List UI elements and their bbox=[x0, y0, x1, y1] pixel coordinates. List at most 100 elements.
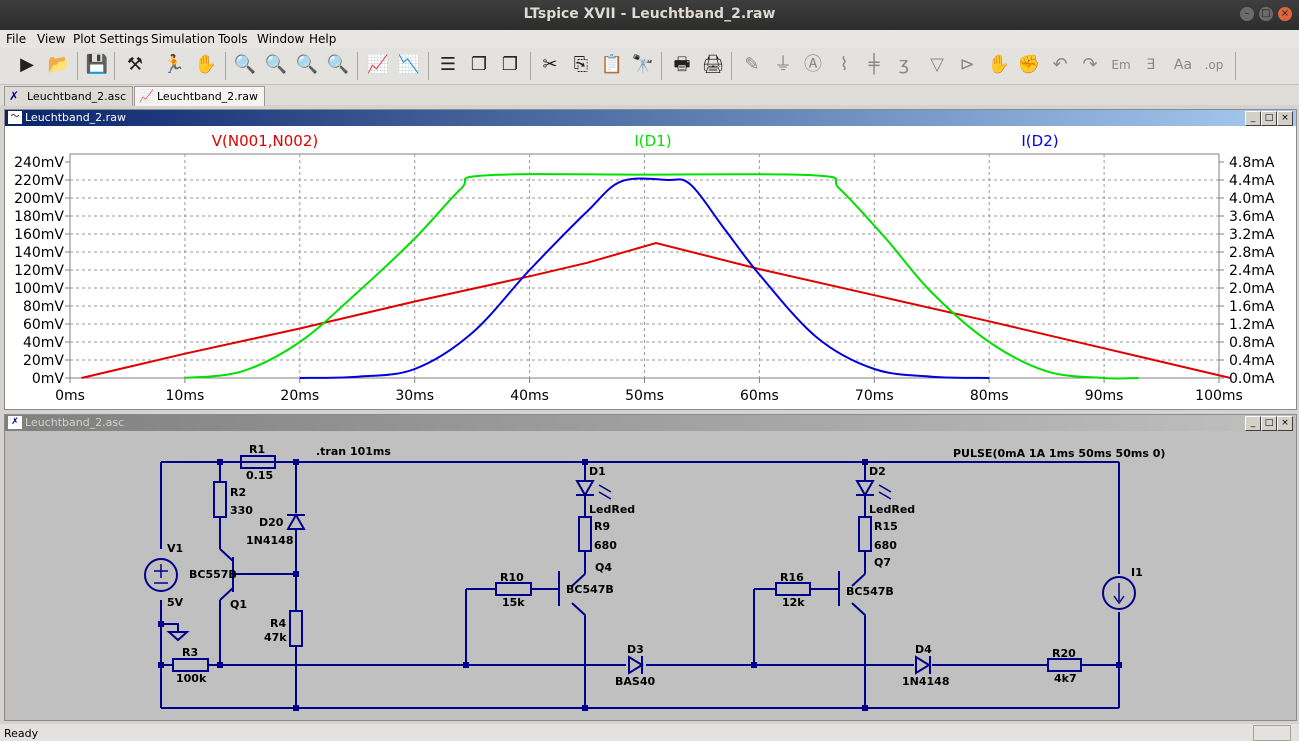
waveform-plot[interactable]: 0ms 10ms 20ms 30ms 40ms 50ms 60ms 70ms 80ms 90ms 1… bbox=[5, 126, 1296, 408]
tab-schematic[interactable]: ✗ Leuchtband_2.asc bbox=[4, 86, 134, 106]
schematic-restore-button[interactable]: □ bbox=[1261, 416, 1277, 431]
d2-label: D2 bbox=[869, 465, 886, 478]
open-icon[interactable]: 📂 bbox=[46, 52, 72, 78]
control-panel-icon[interactable]: ⚒ bbox=[122, 52, 148, 78]
d1-led[interactable] bbox=[575, 480, 595, 498]
y-left-tick-label: 180mV bbox=[14, 209, 64, 225]
label-net-icon[interactable]: Ⓐ bbox=[800, 52, 826, 78]
r9-resistor[interactable] bbox=[578, 516, 592, 552]
wire-icon[interactable]: ✎ bbox=[739, 52, 765, 78]
schematic-window: ✗ Leuchtband_2.asc _ □ × .tran 101ms PUL… bbox=[4, 414, 1297, 721]
legend-i-d2-: I(D2) bbox=[1021, 132, 1058, 150]
y-right-tick-label: 4.4mA bbox=[1229, 173, 1275, 189]
y-right-tick-label: 2.0mA bbox=[1229, 281, 1275, 297]
plot-settings-icon[interactable]: 📉 bbox=[396, 52, 422, 78]
save-icon[interactable]: 💾 bbox=[84, 52, 110, 78]
source-marks bbox=[154, 484, 1125, 605]
r16-resistor[interactable] bbox=[775, 582, 811, 596]
paste-icon[interactable]: 📋 bbox=[599, 52, 625, 78]
zoom-in-icon[interactable]: 🔍 bbox=[232, 52, 258, 78]
x-tick-label: 10ms bbox=[166, 388, 205, 404]
resistor-icon[interactable]: ⌇ bbox=[831, 52, 857, 78]
undo-icon[interactable]: ↶ bbox=[1047, 52, 1073, 78]
zoom-out-icon[interactable]: 🔍 bbox=[294, 52, 320, 78]
d4-label: D4 bbox=[915, 643, 932, 656]
find-icon[interactable]: 🔭 bbox=[630, 52, 656, 78]
d20-value: 1N4148 bbox=[246, 534, 293, 547]
print-preview-icon[interactable]: 🖶 bbox=[669, 52, 695, 78]
minimize-button[interactable]: – bbox=[1240, 7, 1254, 21]
copy-icon[interactable]: ⎘ bbox=[568, 52, 594, 78]
cut-icon[interactable]: ✂ bbox=[537, 52, 563, 78]
d20-diode[interactable] bbox=[286, 512, 306, 530]
r15-resistor[interactable] bbox=[858, 516, 872, 552]
menu-view[interactable]: View bbox=[37, 32, 65, 46]
d4-diode[interactable] bbox=[915, 655, 931, 675]
close-button[interactable]: × bbox=[1278, 7, 1292, 21]
zoom-full-icon[interactable]: 🔍 bbox=[325, 52, 351, 78]
schematic-canvas[interactable]: .tran 101ms PULSE(0mA 1A 1ms 50ms 50ms 0… bbox=[5, 431, 1294, 719]
ground-icon[interactable]: ⏚ bbox=[770, 52, 796, 78]
q4-label: Q4 bbox=[595, 561, 612, 574]
d3-value: BAS40 bbox=[615, 675, 655, 688]
schematic-window-title: Leuchtband_2.asc bbox=[25, 416, 125, 429]
r10-resistor[interactable] bbox=[495, 582, 532, 596]
tran-directive[interactable]: .tran 101ms bbox=[316, 445, 391, 458]
run-icon[interactable]: 🏃 bbox=[161, 52, 187, 78]
r4-resistor[interactable] bbox=[289, 610, 303, 647]
tile-vertical-icon[interactable]: ❐ bbox=[497, 52, 523, 78]
menu-plot-settings[interactable]: Plot Settings bbox=[73, 32, 149, 46]
r3-resistor[interactable] bbox=[172, 658, 209, 672]
spice-directive-icon[interactable]: .op bbox=[1201, 52, 1227, 78]
inductor-icon[interactable]: ʒ bbox=[891, 52, 917, 78]
d20-label: D20 bbox=[259, 516, 284, 529]
menu-help[interactable]: Help bbox=[309, 32, 336, 46]
menu-tools[interactable]: Tools bbox=[218, 32, 248, 46]
rotate-icon[interactable]: Em bbox=[1108, 52, 1134, 78]
schematic-minimize-button[interactable]: _ bbox=[1245, 416, 1261, 431]
print-icon[interactable]: 🖨 bbox=[700, 52, 726, 78]
ground-symbol bbox=[166, 631, 190, 642]
waveform-restore-button[interactable]: □ bbox=[1261, 111, 1277, 126]
menu-file[interactable]: File bbox=[6, 32, 26, 46]
r10-label: R10 bbox=[500, 571, 524, 584]
tile-horizontal-icon[interactable]: ☰ bbox=[435, 52, 461, 78]
y-left-tick-label: 220mV bbox=[14, 173, 64, 189]
cascade-icon[interactable]: ❐ bbox=[466, 52, 492, 78]
d3-diode[interactable] bbox=[628, 655, 644, 675]
y-right-tick-label: 0.8mA bbox=[1229, 335, 1275, 351]
y-left-tick-label: 20mV bbox=[23, 353, 64, 369]
component-icon[interactable]: ⊳ bbox=[954, 52, 980, 78]
d2-led[interactable] bbox=[855, 480, 875, 498]
trace-v-n001-n002- bbox=[81, 241, 1231, 379]
schematic-window-titlebar: ✗ Leuchtband_2.asc _ □ × bbox=[5, 415, 1296, 431]
schematic-close-button[interactable]: × bbox=[1277, 416, 1293, 431]
waveform-minimize-button[interactable]: _ bbox=[1245, 111, 1261, 126]
redo-icon[interactable]: ↷ bbox=[1077, 52, 1103, 78]
capacitor-icon[interactable]: ╪ bbox=[861, 52, 887, 78]
drag-icon[interactable]: ✊ bbox=[1016, 52, 1042, 78]
y-right-tick-label: 4.0mA bbox=[1229, 191, 1275, 207]
mirror-icon[interactable]: Ǝ bbox=[1138, 52, 1164, 78]
waveform-close-button[interactable]: × bbox=[1277, 111, 1293, 126]
diode-icon[interactable]: ▽ bbox=[924, 52, 950, 78]
r2-resistor[interactable] bbox=[213, 481, 227, 518]
x-tick-label: 20ms bbox=[280, 388, 319, 404]
maximize-button[interactable]: □ bbox=[1259, 7, 1273, 21]
y-left-tick-label: 0mV bbox=[32, 371, 65, 387]
v1-value: 5V bbox=[167, 596, 184, 609]
pan-icon[interactable]: 🔍 bbox=[263, 52, 289, 78]
pulse-directive[interactable]: PULSE(0mA 1A 1ms 50ms 50ms 0) bbox=[953, 447, 1165, 460]
tab-waveform[interactable]: 📈 Leuchtband_2.raw bbox=[134, 86, 265, 106]
text-icon[interactable]: Aa bbox=[1170, 52, 1196, 78]
r20-resistor[interactable] bbox=[1047, 658, 1082, 672]
x-tick-label: 100ms bbox=[1195, 388, 1243, 404]
menu-simulation[interactable]: Simulation bbox=[151, 32, 215, 46]
y-left-tick-label: 120mV bbox=[14, 263, 64, 279]
new-schematic-icon[interactable]: ▶ bbox=[14, 52, 40, 78]
autorange-icon[interactable]: 📈 bbox=[365, 52, 391, 78]
move-icon[interactable]: ✋ bbox=[986, 52, 1012, 78]
halt-icon[interactable]: ✋ bbox=[193, 52, 219, 78]
menu-window[interactable]: Window bbox=[257, 32, 304, 46]
q7-model: BC547B bbox=[846, 585, 894, 598]
